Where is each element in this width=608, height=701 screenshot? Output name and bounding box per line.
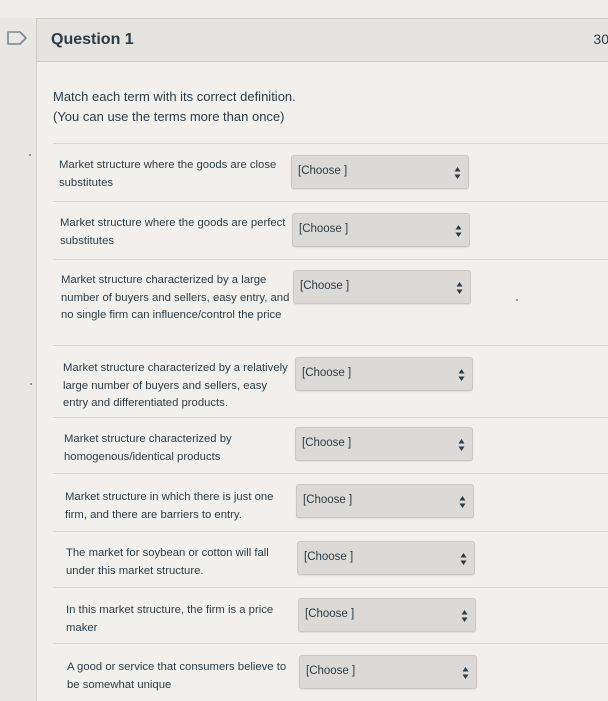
term-9: A good or service that consumers believe… bbox=[67, 661, 287, 691]
row-divider bbox=[53, 643, 608, 644]
select-value: [Choose ] bbox=[304, 551, 354, 563]
term-5: Market structure characterized by homoge… bbox=[64, 433, 232, 463]
row-divider bbox=[53, 417, 608, 418]
answer-select-4[interactable]: [Choose ] bbox=[295, 357, 473, 391]
up-down-arrows-icon bbox=[458, 369, 465, 381]
question-points: 30 bbox=[593, 31, 608, 47]
up-down-arrows-icon bbox=[458, 439, 465, 451]
up-down-arrows-icon bbox=[454, 167, 461, 179]
top-band bbox=[0, 0, 608, 18]
question-card: Question 1 30 Match each term with its c… bbox=[36, 18, 608, 701]
term-4: Market structure characterized by a rela… bbox=[63, 362, 288, 409]
term-7: The market for soybean or cotton will fa… bbox=[66, 547, 269, 577]
answer-select-3[interactable]: [Choose ] bbox=[293, 270, 471, 304]
prompt-line-2: (You can use the terms more than once) bbox=[53, 109, 285, 124]
margin-dot bbox=[29, 154, 31, 156]
select-value: [Choose ] bbox=[303, 494, 353, 506]
row-divider bbox=[53, 201, 608, 202]
term-8: In this market structure, the firm is a … bbox=[66, 604, 274, 634]
term-6: Market structure in which there is just … bbox=[65, 491, 274, 521]
question-header: Question 1 30 bbox=[37, 19, 608, 62]
row-divider bbox=[53, 345, 608, 346]
row-divider bbox=[53, 473, 608, 474]
up-down-arrows-icon bbox=[461, 610, 468, 622]
up-down-arrows-icon bbox=[459, 496, 466, 508]
up-down-arrows-icon bbox=[455, 225, 462, 237]
select-value: [Choose ] bbox=[302, 367, 352, 379]
row-divider bbox=[53, 259, 608, 260]
answer-select-2[interactable]: [Choose ] bbox=[292, 213, 470, 247]
term-1: Market structure where the goods are clo… bbox=[59, 159, 277, 189]
up-down-arrows-icon bbox=[456, 282, 463, 294]
up-down-arrows-icon bbox=[460, 553, 467, 565]
select-value: [Choose ] bbox=[302, 437, 352, 449]
answer-select-1[interactable]: [Choose ] bbox=[291, 155, 469, 189]
answer-select-5[interactable]: [Choose ] bbox=[295, 427, 473, 461]
term-3: Market structure characterized by a larg… bbox=[61, 274, 290, 321]
answer-select-8[interactable]: [Choose ] bbox=[298, 598, 476, 632]
row-divider bbox=[53, 143, 608, 144]
answer-select-6[interactable]: [Choose ] bbox=[296, 484, 474, 518]
row-divider bbox=[53, 587, 608, 588]
select-value: [Choose ] bbox=[298, 165, 348, 177]
prompt-line-1: Match each term with its correct definit… bbox=[53, 89, 296, 104]
select-value: [Choose ] bbox=[299, 223, 349, 235]
row-divider bbox=[53, 531, 608, 532]
answer-select-7[interactable]: [Choose ] bbox=[297, 541, 475, 575]
question-prompt: Match each term with its correct definit… bbox=[53, 87, 453, 127]
answer-select-9[interactable]: [Choose ] bbox=[299, 655, 477, 689]
select-value: [Choose ] bbox=[306, 665, 356, 677]
question-title: Question 1 bbox=[51, 31, 134, 48]
term-2: Market structure where the goods are per… bbox=[60, 217, 286, 247]
up-down-arrows-icon bbox=[462, 667, 469, 679]
select-value: [Choose ] bbox=[300, 280, 350, 292]
margin-dot bbox=[516, 299, 518, 301]
margin-dot bbox=[30, 383, 32, 385]
select-value: [Choose ] bbox=[305, 608, 355, 620]
bookmark-flag-icon[interactable] bbox=[6, 30, 28, 46]
